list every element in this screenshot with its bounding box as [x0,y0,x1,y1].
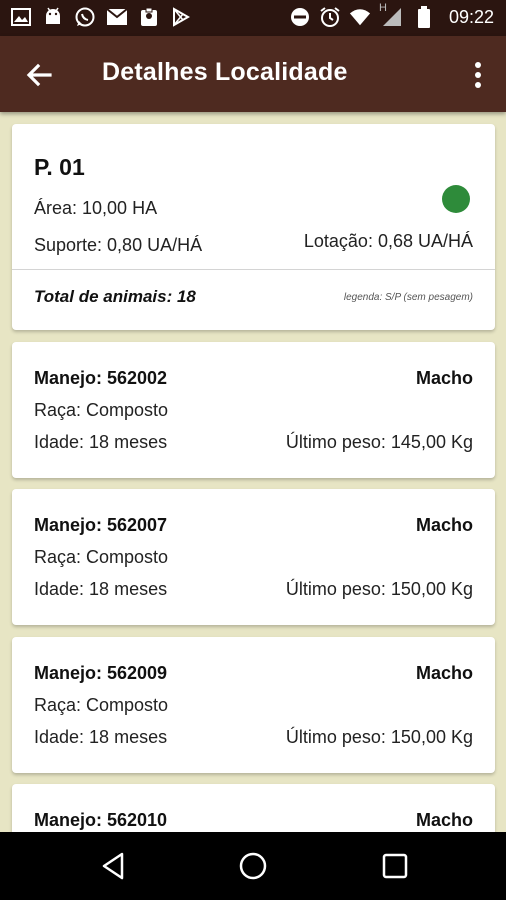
notification-icons [10,6,192,28]
location-summary-card: P. 01 Área: 10,00 HA Suporte: 0,80 UA/HÁ… [12,124,495,330]
lotacao-text: Lotação: 0,68 UA/HÁ [303,231,473,251]
clipboard-icon [138,6,160,28]
raca-text: Raça: Composto [34,695,169,715]
legend-text: legenda: S/P (sem pesagem) [343,292,473,303]
manejo-text: Manejo: 562007 [34,515,168,535]
signal-icon: H [379,2,405,28]
idade-text: Idade: 18 meses [34,579,168,599]
alarm-icon [319,6,341,28]
manejo-text: Manejo: 562002 [34,368,168,388]
suporte-text: Suporte: 0,80 UA/HÁ [34,235,203,255]
total-animals-text: Total de animais: 18 [34,287,196,306]
navigation-bar [0,832,506,900]
nav-back-icon[interactable] [96,849,130,883]
email-icon [106,6,128,28]
animal-card[interactable]: Manejo: 562009 Macho Raça: Composto Idad… [12,637,495,773]
raca-text: Raça: Composto [34,547,169,567]
idade-text: Idade: 18 meses [34,727,168,747]
ultimo-peso-text: Último peso: 150,00 Kg [285,727,473,747]
sexo-text: Macho [415,663,473,683]
whatsapp-icon [74,6,96,28]
status-indicator [442,185,470,213]
animal-card[interactable]: Manejo: 562007 Macho Raça: Composto Idad… [12,489,495,625]
location-title: P. 01 [34,154,85,180]
battery-icon [413,6,435,28]
nav-home-icon[interactable] [236,849,270,883]
image-icon [10,6,32,28]
arrow-back-icon[interactable] [22,58,56,92]
play-store-icon [170,6,192,28]
ultimo-peso-text: Último peso: 145,00 Kg [285,432,473,452]
manejo-text: Manejo: 562010 [34,810,168,830]
raca-text: Raça: Composto [34,400,169,420]
sexo-text: Macho [415,810,473,830]
wifi-icon [349,6,371,28]
more-vert-icon[interactable] [468,58,488,92]
nav-recents-icon[interactable] [378,849,412,883]
sexo-text: Macho [415,515,473,535]
manejo-text: Manejo: 562009 [34,663,168,683]
network-type-label: H [378,2,387,14]
system-icons: H 09:22 [289,2,494,28]
animal-card[interactable]: Manejo: 562002 Macho Raça: Composto Idad… [12,342,495,478]
status-time: 09:22 [448,6,494,27]
android-icon [42,6,64,28]
content-list[interactable]: P. 01 Área: 10,00 HA Suporte: 0,80 UA/HÁ… [0,112,506,832]
ultimo-peso-text: Último peso: 150,00 Kg [285,579,473,599]
page-title: Detalhes Localidade [102,58,348,86]
area-text: Área: 10,00 HA [34,198,158,218]
do-not-disturb-icon [289,6,311,28]
animal-card[interactable]: Manejo: 562010 Macho [12,784,495,832]
divider [12,269,495,270]
app-bar: Detalhes Localidade [0,36,506,112]
status-bar: H 09:22 [0,0,506,36]
sexo-text: Macho [415,368,473,388]
idade-text: Idade: 18 meses [34,432,168,452]
